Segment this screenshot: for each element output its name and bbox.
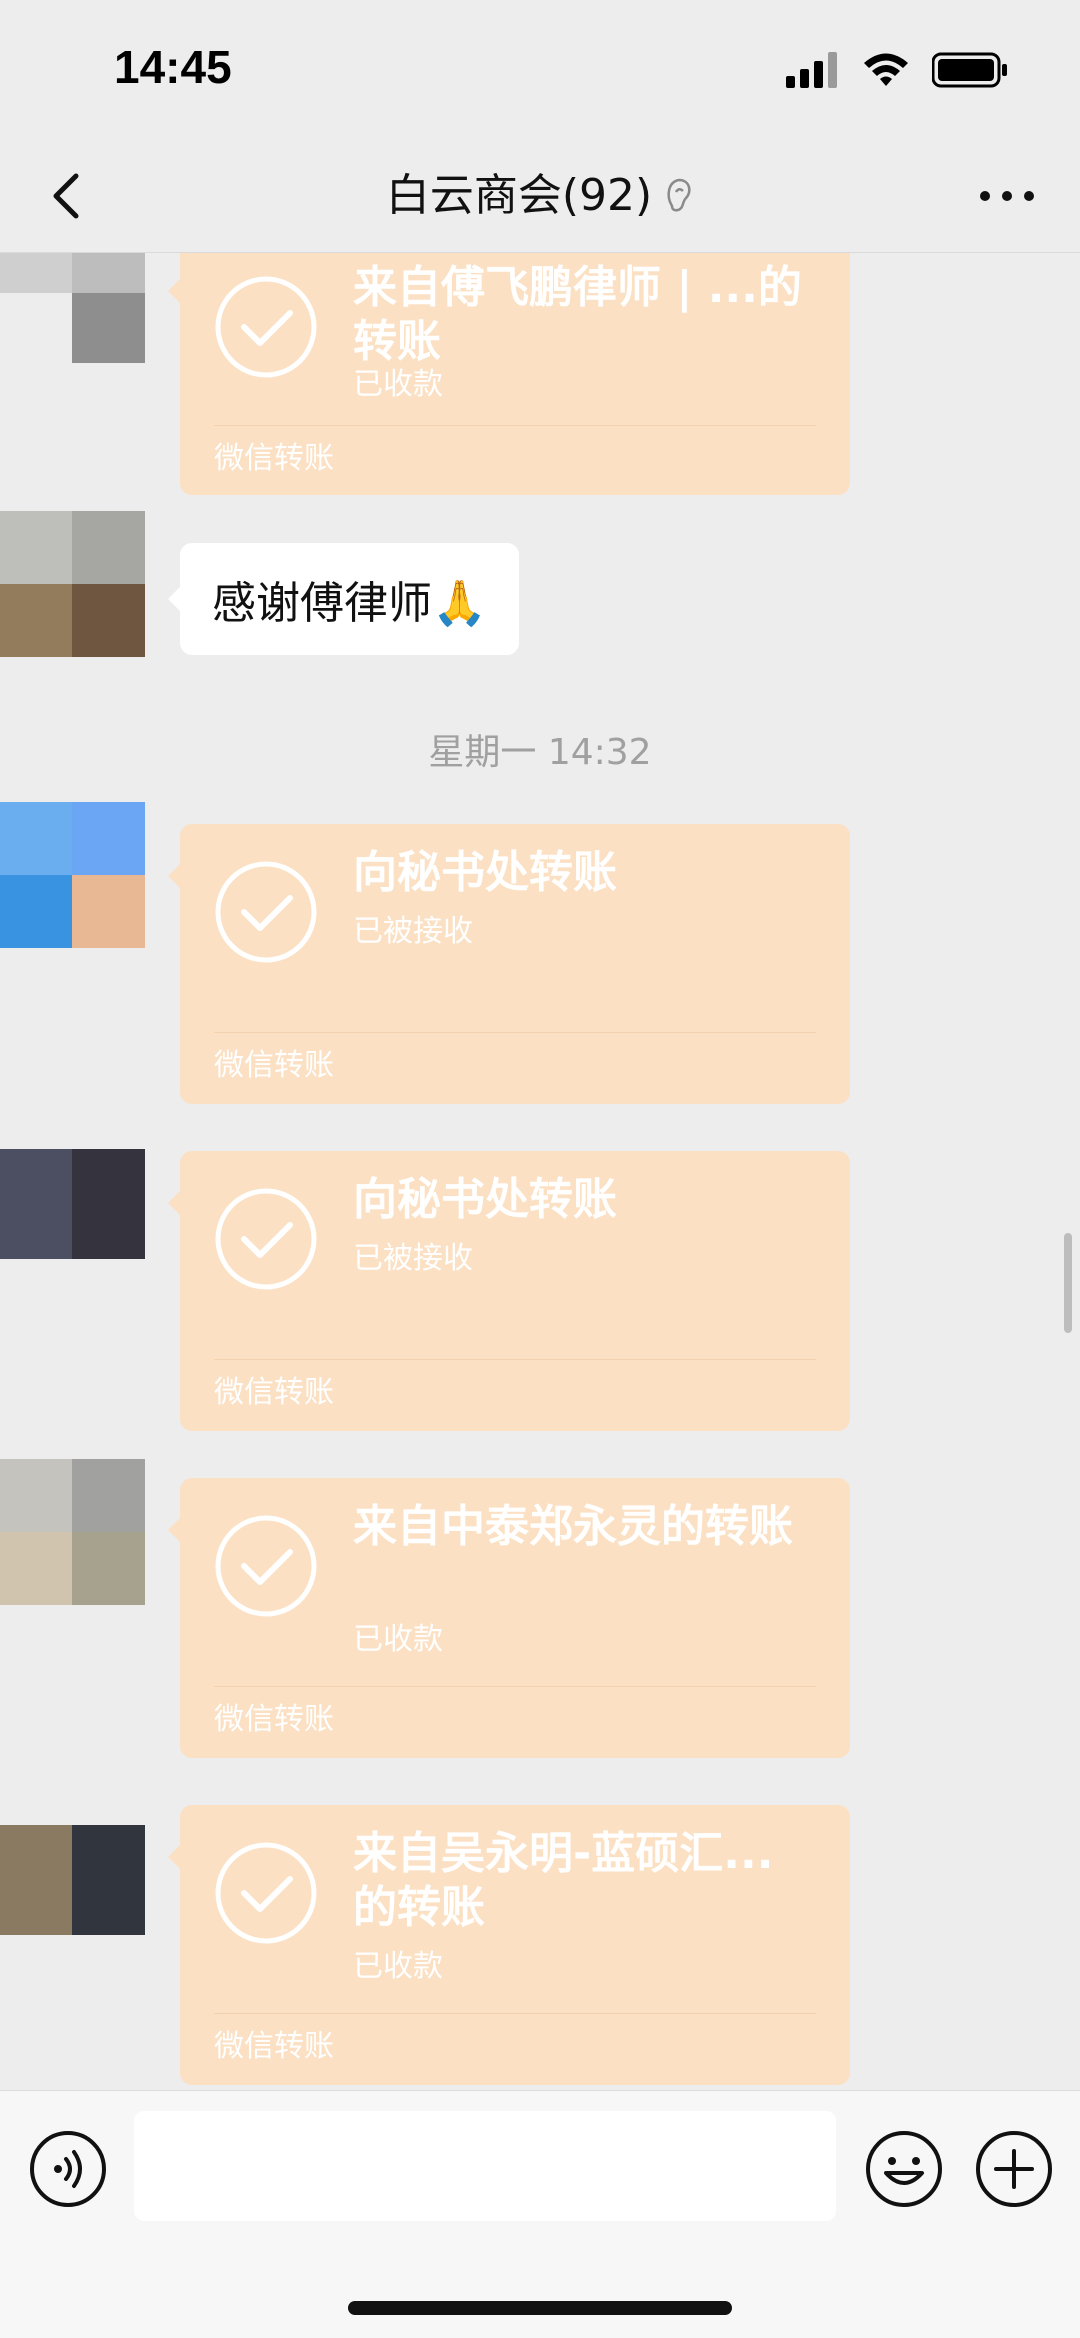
avatar[interactable]: [0, 1149, 145, 1259]
transfer-status: 已收款: [353, 1622, 443, 1657]
card-divider: [214, 1032, 816, 1033]
status-time: 14:45: [114, 41, 232, 93]
transfer-card[interactable]: 来自中泰郑永灵的转账 已收款 微信转账: [168, 1478, 850, 1758]
card-divider: [214, 2013, 816, 2014]
avatar[interactable]: [0, 253, 145, 363]
chat-header: 白云商会(92): [0, 140, 1080, 253]
message-input[interactable]: [134, 2111, 836, 2221]
check-icon: [215, 276, 317, 378]
signal-icon: [786, 52, 837, 88]
battery-icon: [932, 52, 1007, 88]
bubble-tail: [168, 864, 180, 888]
transfer-footer: 微信转账: [214, 2029, 334, 2064]
card-divider: [214, 1359, 816, 1360]
transfer-status: 已收款: [353, 1949, 443, 1984]
message-text: 感谢傅律师🙏: [212, 578, 487, 629]
plus-icon[interactable]: [974, 2129, 1054, 2209]
transfer-card[interactable]: 来自傅飞鹏律师 | ...的转账 已收款 微信转账: [168, 253, 850, 495]
transfer-title: 来自中泰郑永灵的转账: [353, 1501, 793, 1552]
transfer-status: 已被接收: [353, 1241, 473, 1276]
check-icon: [215, 1188, 317, 1290]
status-icons: [786, 52, 1008, 88]
transfer-title: 向秘书处转账: [353, 847, 617, 898]
home-indicator: [348, 2301, 732, 2315]
transfer-status: 已收款: [353, 367, 443, 402]
transfer-footer: 微信转账: [214, 1702, 334, 1737]
bubble-tail: [168, 587, 180, 611]
bubble-tail: [168, 1191, 180, 1215]
transfer-card[interactable]: 来自吴永明-蓝硕汇...的转账 已收款 微信转账: [168, 1805, 850, 2085]
input-bar: [0, 2090, 1080, 2338]
transfer-title: 向秘书处转账: [353, 1174, 617, 1225]
bubble-tail: [168, 1845, 180, 1869]
scrollbar[interactable]: [1064, 1233, 1072, 1333]
card-divider: [214, 1686, 816, 1687]
avatar[interactable]: [0, 1459, 145, 1605]
transfer-title: 来自吴永明-蓝硕汇...的转账: [353, 1828, 774, 1933]
text-message[interactable]: 感谢傅律师🙏: [168, 543, 519, 655]
avatar[interactable]: [0, 802, 145, 948]
check-icon: [215, 1842, 317, 1944]
chat-title: 白云商会(92): [385, 170, 653, 221]
check-icon: [215, 861, 317, 963]
mute-icon: [667, 178, 691, 212]
chat-area[interactable]: 来自傅飞鹏律师 | ...的转账 已收款 微信转账 感谢傅律师🙏 星期一 14:…: [0, 253, 1080, 2089]
avatar[interactable]: [0, 1825, 145, 1935]
transfer-footer: 微信转账: [214, 1375, 334, 1410]
emoji-icon[interactable]: [864, 2129, 944, 2209]
transfer-card[interactable]: 向秘书处转账 已被接收 微信转账: [168, 824, 850, 1104]
more-icon[interactable]: [972, 168, 1042, 224]
check-icon: [215, 1515, 317, 1617]
transfer-title: 来自傅飞鹏律师 | ...的转账: [353, 262, 802, 367]
transfer-status: 已被接收: [353, 914, 473, 949]
status-bar: 14:45: [0, 0, 1080, 140]
chat-title-container: 白云商会(92): [0, 164, 1080, 228]
bubble-tail: [168, 279, 180, 303]
timestamp: 星期一 14:32: [428, 732, 652, 773]
transfer-card[interactable]: 向秘书处转账 已被接收 微信转账: [168, 1151, 850, 1431]
transfer-footer: 微信转账: [214, 441, 334, 476]
wifi-icon: [864, 53, 908, 86]
avatar[interactable]: [0, 511, 145, 657]
transfer-footer: 微信转账: [214, 1048, 334, 1083]
card-divider: [214, 425, 816, 426]
voice-icon[interactable]: [28, 2129, 108, 2209]
bubble-tail: [168, 1518, 180, 1542]
